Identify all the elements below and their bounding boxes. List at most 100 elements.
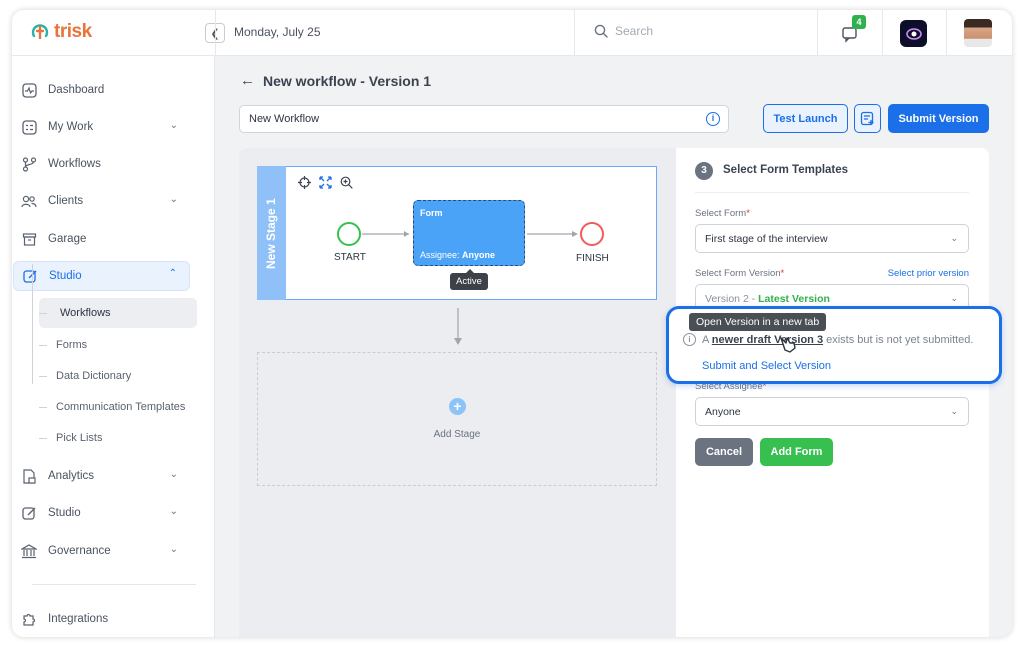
- sidebar-subitem-label: Communication Templates: [56, 401, 186, 413]
- trisk-logo-icon: [31, 24, 49, 40]
- sidebar-item-studio[interactable]: Studio ⌃: [13, 261, 190, 291]
- sidebar-subitem-forms[interactable]: Forms: [39, 330, 197, 360]
- info-icon: i: [683, 333, 696, 346]
- chevron-down-icon: ⌄: [169, 506, 178, 517]
- sidebar-item-workflows[interactable]: Workflows: [13, 149, 190, 179]
- workflow-name-input[interactable]: New Workflow i: [239, 105, 729, 133]
- chevron-down-icon: ⌄: [169, 194, 178, 205]
- sidebar-item-label: Studio: [48, 507, 81, 519]
- chevron-down-icon: ⌄: [950, 293, 958, 303]
- newer-draft-link[interactable]: newer draft Version 3: [712, 334, 823, 346]
- sidebar-item-label: Analytics: [48, 470, 95, 482]
- sidebar-item-label: Integrations: [48, 613, 109, 625]
- callout-text-after: exists but is not yet submitted.: [826, 333, 974, 346]
- select-version-label-text: Select Form Version: [695, 268, 781, 279]
- select-assignee-dropdown[interactable]: Anyone ⌄: [695, 397, 969, 426]
- sidebar-divider: [32, 584, 196, 585]
- garage-icon: [21, 231, 37, 247]
- orbit-icon: [905, 27, 922, 40]
- active-tag: Active: [450, 269, 488, 290]
- finish-label: FINISH: [576, 253, 609, 264]
- workflow-name-value: New Workflow: [249, 113, 320, 125]
- top-bar: trisk ❮ Monday, July 25 Search 4: [12, 10, 1012, 56]
- sidebar-item-studio-2[interactable]: Studio ⌄: [13, 498, 190, 528]
- sidebar-item-clients[interactable]: Clients ⌄: [13, 186, 190, 216]
- select-form-label-text: Select Form: [695, 208, 747, 219]
- sidebar-subitem-label: Data Dictionary: [56, 370, 132, 382]
- sidebar-item-analytics[interactable]: Analytics ⌄: [13, 461, 190, 491]
- add-form-button[interactable]: Add Form: [760, 438, 833, 466]
- user-avatar[interactable]: [964, 19, 992, 47]
- sidebar-subitem-label: Workflows: [60, 307, 111, 319]
- sidebar-item-label: My Work: [48, 121, 94, 133]
- select-form-value: First stage of the interview: [705, 232, 828, 245]
- sidebar-subitem-workflows[interactable]: Workflows: [39, 298, 197, 328]
- sidebar-item-label: Governance: [48, 545, 111, 557]
- version-status: Latest Version: [758, 292, 830, 305]
- sidebar-item-label: Clients: [48, 195, 84, 207]
- cancel-button[interactable]: Cancel: [695, 438, 753, 466]
- logo[interactable]: trisk: [30, 21, 92, 43]
- divider: [946, 10, 947, 56]
- add-stage-label: Add Stage: [433, 429, 481, 440]
- studio-icon: [21, 505, 37, 521]
- governance-icon: [21, 543, 37, 559]
- search-icon: [594, 24, 608, 38]
- plus-icon[interactable]: +: [449, 398, 466, 415]
- sidebar-subitem-data-dictionary[interactable]: Data Dictionary: [39, 361, 197, 391]
- dashboard-icon: [21, 82, 37, 98]
- app-switcher-icon[interactable]: [900, 20, 927, 47]
- search-box[interactable]: Search: [594, 24, 653, 38]
- callout-text: A newer draft Version 3 exists but is no…: [702, 334, 973, 346]
- submit-version-button[interactable]: Submit Version: [888, 104, 989, 133]
- form-node-assignee: Assignee: Anyone: [420, 250, 495, 260]
- panel-title: Select Form Templates: [723, 164, 849, 176]
- integrations-icon: [21, 611, 37, 627]
- submit-and-select-version-link[interactable]: Submit and Select Version: [702, 360, 831, 372]
- chevron-down-icon: ⌄: [169, 544, 178, 555]
- studio-icon: [22, 268, 38, 284]
- logo-text: trisk: [54, 21, 92, 42]
- callout-message: i A newer draft Version 3 exists but is …: [683, 333, 973, 346]
- panel-divider: [695, 192, 969, 193]
- form-node[interactable]: Form Assignee: Anyone: [413, 200, 525, 266]
- form-node-title: Form: [420, 208, 443, 218]
- flow-connectors: [362, 231, 578, 345]
- analytics-icon: [21, 468, 37, 484]
- sidebar-item-governance[interactable]: Governance ⌄: [13, 536, 190, 566]
- sidebar-subitem-label: Pick Lists: [56, 432, 103, 444]
- sidebar-subitem-pick-lists[interactable]: Pick Lists: [39, 423, 197, 453]
- sidebar-subitem-communication-templates[interactable]: Communication Templates: [39, 392, 197, 422]
- divider: [215, 10, 216, 56]
- select-prior-version-link[interactable]: Select prior version: [888, 268, 969, 279]
- info-icon[interactable]: i: [706, 112, 720, 126]
- sidebar-item-label: Studio: [49, 270, 82, 282]
- sidebar-item-dashboard[interactable]: Dashboard: [13, 75, 190, 105]
- page-title: ← New workflow - Version 1: [240, 72, 431, 89]
- notification-badge: 4: [852, 15, 866, 29]
- sidebar-item-my-work[interactable]: My Work ⌄: [13, 112, 190, 142]
- sidebar-item-integrations[interactable]: Integrations: [13, 604, 190, 634]
- sidebar-item-garage[interactable]: Garage: [13, 224, 190, 254]
- workflows-icon: [21, 156, 37, 172]
- select-form-dropdown[interactable]: First stage of the interview ⌄: [695, 224, 969, 253]
- chevron-up-icon: ⌃: [168, 268, 177, 279]
- start-node[interactable]: [337, 222, 361, 246]
- test-launch-button[interactable]: Test Launch: [763, 104, 848, 133]
- finish-node[interactable]: [580, 222, 604, 246]
- start-label: START: [334, 252, 366, 263]
- sidebar-item-label: Workflows: [48, 158, 101, 170]
- chevron-down-icon: ⌄: [169, 120, 178, 131]
- back-arrow-icon[interactable]: ←: [240, 72, 255, 89]
- select-version-value: Version 2 - Latest Version: [705, 293, 830, 305]
- form-list-button[interactable]: [854, 104, 881, 133]
- callout-text-before: A: [702, 333, 709, 346]
- select-version-label: Select Form Version*: [695, 268, 785, 279]
- select-assignee-value: Anyone: [705, 405, 741, 418]
- select-form-label: Select Form*: [695, 208, 750, 219]
- version-text: Version 2 -: [705, 292, 759, 305]
- sidebar-item-label: Dashboard: [48, 84, 105, 96]
- add-stage-area[interactable]: + Add Stage: [257, 352, 657, 486]
- assignee-prefix: Assignee:: [420, 250, 460, 260]
- my-work-icon: [21, 119, 37, 135]
